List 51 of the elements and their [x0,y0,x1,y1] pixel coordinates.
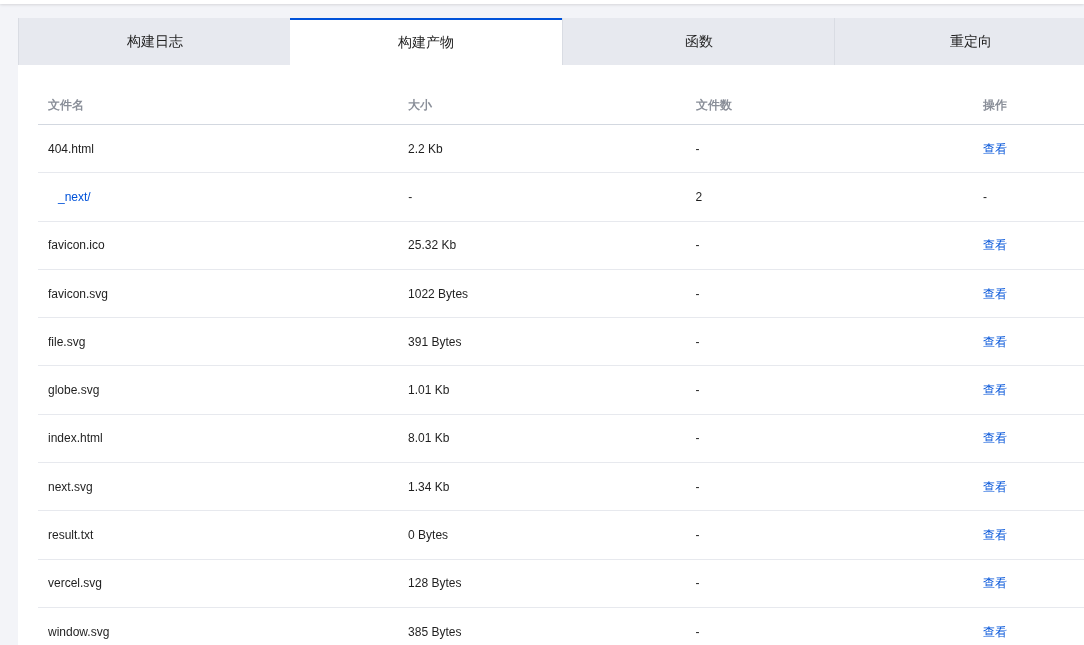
file-count: - [695,624,700,639]
file-count: - [695,528,700,542]
file-count: - [695,431,700,446]
tab[interactable]: 函数 [562,18,834,65]
column-header: 文件数 [695,97,732,112]
file-name: globe.svg [48,383,100,398]
file-size: 385 Bytes [408,624,462,639]
file-size: 128 Bytes [408,576,462,591]
empty-action-dash: - [982,189,987,204]
view-link[interactable]: 查看 [982,431,1007,446]
file-name: index.html [48,431,103,446]
view-link[interactable]: 查看 [982,286,1007,301]
file-name: next.svg [48,479,93,494]
view-link[interactable]: 查看 [982,334,1007,349]
file-size: 1022 Bytes [408,286,469,301]
file-count: - [695,334,700,349]
file-size: 0 Bytes [408,528,449,542]
file-count: - [695,576,700,591]
file-name: file.svg [48,334,86,349]
file-name: vercel.svg [48,576,103,591]
view-link[interactable]: 查看 [982,576,1007,591]
file-size: 8.01 Kb [408,431,450,446]
view-link[interactable]: 查看 [982,528,1007,542]
file-name: 404.html [48,141,95,156]
view-link[interactable]: 查看 [982,624,1007,639]
file-count: - [695,383,700,398]
file-size: - [408,189,413,204]
file-count: - [695,141,700,156]
view-link[interactable]: 查看 [982,383,1007,398]
file-count: - [695,479,700,494]
file-size: 25.32 Kb [408,238,457,253]
file-count: - [695,238,700,253]
file-name: favicon.ico [48,238,105,253]
file-size: 391 Bytes [408,334,462,349]
view-link[interactable]: 查看 [982,479,1007,494]
file-name: favicon.svg [48,286,109,301]
tab[interactable]: 构建日志 [18,18,290,65]
file-count: - [695,286,700,301]
folder-link[interactable]: _next/ [58,189,91,204]
file-count: 2 [695,189,703,204]
view-link[interactable]: 查看 [982,238,1007,253]
file-name: result.txt [48,528,94,542]
view-link[interactable]: 查看 [982,141,1007,156]
file-size: 1.01 Kb [408,383,450,398]
column-header: 操作 [982,97,1007,112]
file-size: 2.2 Kb [408,141,443,156]
column-header: 大小 [408,97,433,112]
file-name: window.svg [48,624,110,639]
column-header: 文件名 [48,97,84,112]
tab[interactable]: 重定向 [834,18,1084,65]
file-size: 1.34 Kb [408,479,450,494]
